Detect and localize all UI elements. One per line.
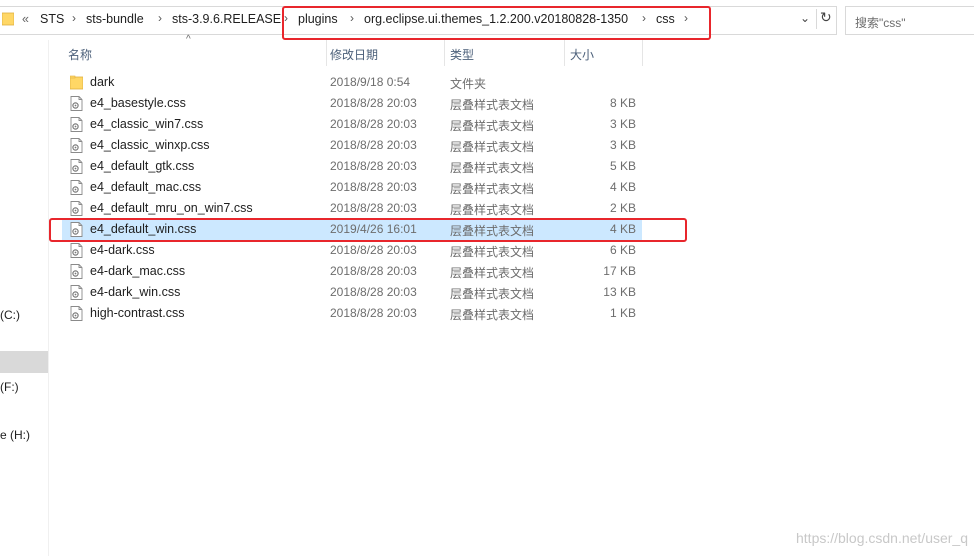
file-size: 2 KB: [609, 201, 636, 215]
file-row[interactable]: dark 2018/9/18 0:54 文件夹: [62, 72, 642, 93]
column-header-name[interactable]: 名称: [62, 40, 326, 66]
chevron-right-icon[interactable]: ›: [158, 11, 162, 25]
css-file-icon: [70, 201, 83, 216]
file-date: 2018/8/28 20:03: [330, 243, 417, 257]
column-divider[interactable]: [642, 40, 643, 66]
search-input[interactable]: 搜索"css": [845, 6, 974, 35]
watermark: https://blog.csdn.net/user_q: [796, 530, 968, 546]
folder-icon: [2, 12, 14, 26]
nav-item-drive-h[interactable]: e (H:): [0, 428, 30, 442]
css-file-icon: [70, 180, 83, 195]
file-size: 8 KB: [609, 96, 636, 110]
file-name: e4_default_mac.css: [90, 180, 202, 194]
file-type: 层叠样式表文档: [450, 308, 535, 322]
file-date: 2018/8/28 20:03: [330, 306, 417, 320]
file-row[interactable]: e4_default_gtk.css 2018/8/28 20:03 层叠样式表文档…: [62, 156, 642, 177]
file-name: e4-dark.css: [90, 243, 155, 257]
file-row[interactable]: e4_classic_winxp.css 2018/8/28 20:03 层叠样式表…: [62, 135, 642, 156]
column-header-date-label: 修改日期: [330, 48, 379, 62]
file-date: 2018/8/28 20:03: [330, 159, 417, 173]
css-file-icon: [70, 138, 83, 153]
file-name: dark: [90, 75, 115, 89]
file-row[interactable]: e4_default_mac.css 2018/8/28 20:03 层叠样式表文档…: [62, 177, 642, 198]
breadcrumb-item-sts-bundle[interactable]: sts-bundle: [86, 12, 144, 26]
file-name: e4_classic_win7.css: [90, 117, 204, 131]
file-date: 2018/8/28 20:03: [330, 138, 417, 152]
search-placeholder: 搜索"css": [855, 16, 906, 30]
annotation-box-path: [282, 6, 711, 40]
file-type: 层叠样式表文档: [450, 182, 535, 196]
file-type: 层叠样式表文档: [450, 161, 535, 175]
file-size: 3 KB: [609, 138, 636, 152]
file-type: 层叠样式表文档: [450, 98, 535, 112]
file-size: 1 KB: [609, 306, 636, 320]
file-name: e4-dark_mac.css: [90, 264, 186, 278]
file-type: 层叠样式表文档: [450, 203, 535, 217]
file-size: 6 KB: [609, 243, 636, 257]
breadcrumb-item-release[interactable]: sts-3.9.6.RELEASE: [172, 12, 281, 26]
column-header-type-label: 类型: [450, 48, 475, 62]
file-row[interactable]: e4-dark_win.css 2018/8/28 20:03 层叠样式表文档 13 …: [62, 282, 642, 303]
file-size: 5 KB: [609, 159, 636, 173]
file-row[interactable]: e4-dark_mac.css 2018/8/28 20:03 层叠样式表文档 17 …: [62, 261, 642, 282]
file-type: 层叠样式表文档: [450, 245, 535, 259]
chevron-down-icon[interactable]: ⌄: [800, 11, 810, 25]
file-date: 2018/8/28 20:03: [330, 117, 417, 131]
css-file-icon: [70, 285, 83, 300]
file-date: 2018/8/28 20:03: [330, 201, 417, 215]
file-date: 2018/9/18 0:54: [330, 75, 411, 89]
nav-item-drive-f[interactable]: (F:): [0, 380, 19, 394]
file-name: e4_classic_winxp.css: [90, 138, 210, 152]
folder-icon: [70, 75, 83, 90]
css-file-icon: [70, 264, 83, 279]
file-date: 2018/8/28 20:03: [330, 264, 417, 278]
css-file-icon: [70, 96, 83, 111]
file-type: 层叠样式表文档: [450, 119, 535, 133]
file-row[interactable]: e4_default_mru_on_win7.css 2018/8/28 20:0…: [62, 198, 642, 219]
file-size: 13 KB: [603, 285, 636, 299]
file-date: 2018/8/28 20:03: [330, 180, 417, 194]
css-file-icon: [70, 117, 83, 132]
file-size: 17 KB: [603, 264, 636, 278]
file-type: 文件夹: [450, 77, 487, 91]
file-row[interactable]: e4_basestyle.css 2018/8/28 20:03 层叠样式表文档 8 …: [62, 93, 642, 114]
column-header-type[interactable]: 类型: [444, 40, 564, 66]
column-header-date[interactable]: 修改日期: [326, 40, 444, 66]
file-row[interactable]: e4_classic_win7.css 2018/8/28 20:03 层叠样式表文…: [62, 114, 642, 135]
css-file-icon: [70, 306, 83, 321]
file-size: 4 KB: [609, 180, 636, 194]
file-name: high-contrast.css: [90, 306, 185, 320]
column-header-name-label: 名称: [68, 48, 93, 62]
nav-item-drive-c[interactable]: (C:): [0, 308, 20, 322]
file-date: 2018/8/28 20:03: [330, 285, 417, 299]
chevron-right-icon[interactable]: ›: [72, 11, 76, 25]
file-name: e4_default_mru_on_win7.css: [90, 201, 253, 215]
file-name: e4_default_gtk.css: [90, 159, 195, 173]
file-name: e4_basestyle.css: [90, 96, 186, 110]
navigation-pane: (C:) (F:) e (H:): [0, 40, 49, 556]
refresh-icon[interactable]: ↻: [816, 9, 836, 29]
file-date: 2018/8/28 20:03: [330, 96, 417, 110]
css-file-icon: [70, 159, 83, 174]
annotation-box-row: [49, 218, 687, 242]
file-type: 层叠样式表文档: [450, 266, 535, 280]
file-size: 3 KB: [609, 117, 636, 131]
nav-item-selected[interactable]: [0, 351, 48, 373]
breadcrumb-item-sts[interactable]: STS: [40, 12, 64, 26]
file-type: 层叠样式表文档: [450, 140, 535, 154]
css-file-icon: [70, 243, 83, 258]
file-row[interactable]: e4-dark.css 2018/8/28 20:03 层叠样式表文档 6 KB: [62, 240, 642, 261]
file-name: e4-dark_win.css: [90, 285, 181, 299]
column-header-size-label: 大小: [570, 48, 595, 62]
file-type: 层叠样式表文档: [450, 287, 535, 301]
breadcrumb-overflow[interactable]: «: [22, 12, 29, 26]
file-row[interactable]: high-contrast.css 2018/8/28 20:03 层叠样式表文档 1…: [62, 303, 642, 324]
column-header-size[interactable]: 大小: [564, 40, 642, 66]
